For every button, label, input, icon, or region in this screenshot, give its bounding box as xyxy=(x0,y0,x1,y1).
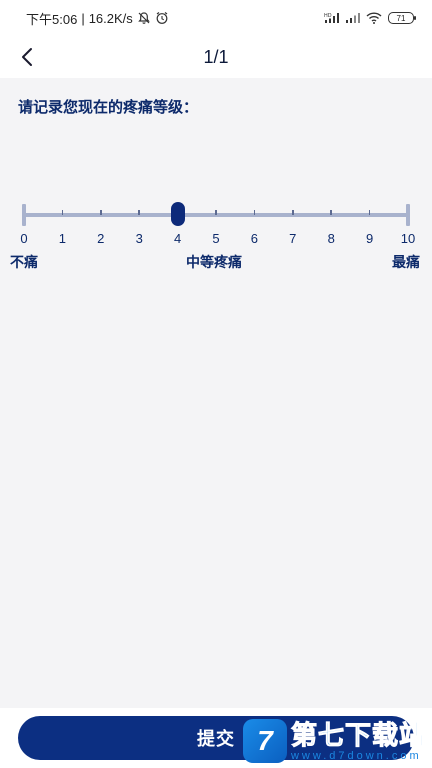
tick-mark xyxy=(100,210,102,215)
status-time: 下午5:06 xyxy=(26,11,78,27)
back-button[interactable] xyxy=(12,42,42,72)
tick-label-2: 2 xyxy=(97,231,105,246)
chevron-left-icon xyxy=(22,48,32,66)
pain-slider-thumb[interactable] xyxy=(170,202,185,226)
status-right: HD 71 xyxy=(324,12,416,24)
tick-mark xyxy=(61,210,64,215)
bottom-panel: 提交 xyxy=(0,708,432,768)
status-separator: | xyxy=(81,10,85,26)
status-bar: 下午5:06 | 16.2K/s HD 71 xyxy=(0,0,432,36)
tick-label-7: 7 xyxy=(289,231,297,246)
tick-mark xyxy=(292,210,294,215)
pain-scale: 0 1 2 3 4 5 6 7 8 9 10 不痛 中等疼痛 最痛 xyxy=(0,196,432,276)
alarm-icon xyxy=(155,11,169,25)
signal-icon xyxy=(346,12,360,24)
tick-label-5: 5 xyxy=(212,231,220,246)
anchor-label-high: 最痛 xyxy=(392,254,420,270)
tick-label-9: 9 xyxy=(365,231,374,246)
network-speed: 16.2K/s xyxy=(88,10,133,26)
tick-label-8: 8 xyxy=(327,231,335,246)
anchor-label-mid: 中等疼痛 xyxy=(186,254,242,270)
hd-signal-icon: HD xyxy=(324,12,340,24)
wifi-icon xyxy=(366,12,382,24)
tick-label-0: 0 xyxy=(20,231,28,246)
svg-text:HD: HD xyxy=(324,13,332,19)
tick-mark xyxy=(138,210,140,215)
submit-button[interactable]: 提交 xyxy=(18,716,414,760)
page-counter: 1/1 xyxy=(203,46,229,67)
tick-label-1: 1 xyxy=(58,231,66,246)
submit-button-label: 提交 xyxy=(197,729,235,749)
tick-label-10: 10 xyxy=(400,231,416,246)
tick-mark xyxy=(215,210,217,215)
nav-bar: 1/1 xyxy=(0,36,432,78)
question-title: 请记录您现在的疼痛等级： xyxy=(18,99,199,116)
mute-bell-icon xyxy=(137,11,151,25)
tick-label-3: 3 xyxy=(135,231,143,246)
anchor-label-low: 不痛 xyxy=(10,254,38,270)
tick-mark xyxy=(253,210,256,215)
tick-mark xyxy=(330,210,332,215)
battery-level: 71 xyxy=(396,13,406,23)
tick-mark xyxy=(368,210,371,215)
tick-label-6: 6 xyxy=(250,231,258,246)
tick-label-4: 4 xyxy=(173,231,182,246)
battery-icon: 71 xyxy=(388,12,416,24)
status-left: 下午5:06 | 16.2K/s xyxy=(26,9,169,28)
